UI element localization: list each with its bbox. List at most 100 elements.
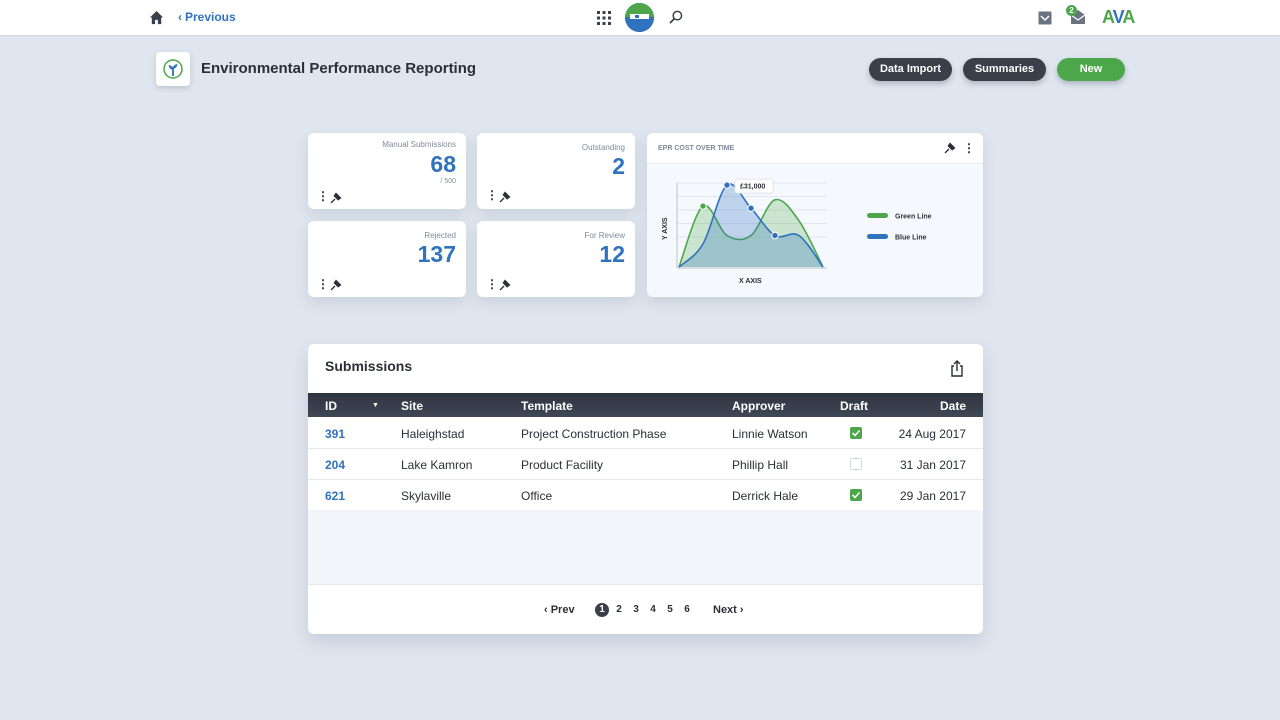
stat-value: 68 (430, 151, 456, 177)
row-template: Office (521, 489, 553, 503)
legend-swatch (867, 234, 888, 239)
stat-label: Manual Submissions (382, 140, 456, 149)
chart-title: EPR COST OVER TIME (658, 145, 735, 152)
kebab-menu-icon[interactable]: ⋮ (317, 190, 329, 202)
page-button-6[interactable]: 6 (680, 603, 694, 617)
row-approver: Derrick Hale (732, 489, 799, 503)
page-button-2[interactable]: 2 (612, 603, 626, 617)
export-icon[interactable] (950, 360, 964, 377)
app-logo[interactable] (625, 3, 654, 32)
submissions-title: Submissions (325, 358, 413, 374)
stat-label: For Review (584, 231, 625, 240)
page-button-1[interactable]: 1 (595, 603, 609, 617)
search-icon[interactable] (668, 10, 683, 25)
pin-icon[interactable] (499, 279, 511, 291)
column-header-approver[interactable]: Approver (732, 399, 785, 413)
column-header-date[interactable]: Date (940, 399, 966, 413)
row-template: Product Facility (521, 458, 604, 472)
chart-tooltip: £31,000 (734, 178, 774, 194)
page-button-4[interactable]: 4 (646, 603, 660, 617)
page-title: Environmental Performance Reporting (201, 60, 477, 77)
chart-header: EPR COST OVER TIME ⋮ (647, 133, 983, 164)
prev-page-button[interactable]: ‹ Prev (544, 604, 575, 616)
kebab-menu-icon[interactable]: ⋮ (486, 278, 498, 290)
chart-plot: X AXIS Y AXIS £31,000 Green Line Blue Lin… (662, 178, 932, 285)
table-row[interactable]: 204 Lake Kamron Product Facility Phillip… (308, 449, 983, 480)
kebab-menu-icon[interactable]: ⋮ (317, 278, 329, 290)
notification-badge: 2 (1066, 5, 1077, 16)
column-header-draft[interactable]: Draft (840, 399, 868, 413)
stat-value: 137 (417, 241, 456, 267)
check-icon (851, 491, 861, 499)
y-axis-label: Y AXIS (662, 217, 669, 240)
x-axis-label: X AXIS (739, 278, 762, 285)
summaries-button[interactable]: Summaries (963, 58, 1046, 81)
pin-icon[interactable] (330, 279, 342, 291)
stat-card-outstanding: Outstanding 2 ⋮ (477, 133, 635, 209)
draft-checkbox[interactable] (850, 458, 862, 470)
tray-icon[interactable] (1038, 11, 1052, 25)
plant-icon (163, 59, 183, 79)
page-button-3[interactable]: 3 (629, 603, 643, 617)
row-site: Haleighstad (401, 427, 465, 441)
top-bar: ‹ Previous 2 AVA (0, 0, 1280, 36)
row-site: Lake Kamron (401, 458, 473, 472)
row-id-link[interactable]: 204 (325, 458, 345, 472)
chart-card: EPR COST OVER TIME ⋮ X AXIS Y AXIS £31,0… (647, 133, 983, 297)
data-point[interactable] (771, 231, 779, 240)
legend-label: Green Line (895, 214, 932, 221)
home-icon[interactable] (149, 10, 164, 25)
row-date: 29 Jan 2017 (899, 489, 966, 503)
data-point[interactable] (723, 181, 731, 189)
pagination: ‹ Prev 1 2 3 4 5 6 Next › (308, 585, 983, 634)
stat-value: 12 (599, 241, 625, 267)
table-row[interactable]: 621 Skylaville Office Derrick Hale 29 Ja… (308, 480, 983, 511)
brand-logo[interactable]: AVA (1102, 7, 1135, 28)
row-template: Project Construction Phase (521, 427, 667, 441)
stat-label: Outstanding (581, 143, 625, 152)
apps-grid-icon[interactable] (597, 11, 611, 25)
pin-icon[interactable] (499, 191, 511, 203)
chevron-left-icon: ‹ (178, 10, 182, 24)
brand-letter: V (1112, 7, 1124, 27)
app-logo-graphic (625, 3, 654, 32)
row-id-link[interactable]: 391 (325, 427, 345, 441)
column-header-site[interactable]: Site (401, 399, 423, 413)
submissions-card: Submissions ID ▼ Site Template Approver … (308, 344, 983, 634)
next-page-button[interactable]: Next › (713, 604, 744, 616)
data-point[interactable] (747, 204, 755, 212)
data-point[interactable] (699, 202, 707, 210)
table-row[interactable]: 391 Haleighstad Project Construction Pha… (308, 418, 983, 449)
chart-legend: Green Line Blue Line (867, 213, 932, 242)
row-approver: Linnie Watson (732, 427, 808, 441)
stat-label: Rejected (424, 231, 456, 240)
legend-label: Blue Line (895, 235, 927, 242)
table-header: ID ▼ Site Template Approver Draft Date (308, 393, 983, 417)
page-icon (156, 52, 190, 86)
stat-card-for-review: For Review 12 ⋮ (477, 221, 635, 297)
tooltip-value: £31,000 (740, 184, 765, 191)
kebab-menu-icon[interactable]: ⋮ (963, 141, 975, 155)
new-button[interactable]: New (1057, 58, 1125, 81)
table-empty-area (308, 510, 983, 585)
row-approver: Phillip Hall (732, 458, 789, 472)
draft-checkbox[interactable] (850, 427, 862, 439)
column-header-id[interactable]: ID (325, 399, 337, 413)
sort-caret-icon[interactable]: ▼ (372, 402, 379, 409)
previous-label: Previous (185, 10, 236, 24)
previous-link[interactable]: ‹ Previous (178, 10, 236, 24)
check-icon (851, 429, 861, 437)
pin-icon[interactable] (330, 192, 342, 204)
row-date: 31 Jan 2017 (899, 458, 966, 472)
row-id-link[interactable]: 621 (325, 489, 345, 503)
pin-icon[interactable] (944, 142, 956, 154)
data-import-button[interactable]: Data Import (869, 58, 952, 81)
stat-value: 2 (612, 153, 625, 179)
column-header-template[interactable]: Template (521, 399, 573, 413)
chart-body: X AXIS Y AXIS £31,000 Green Line Blue Lin… (647, 165, 983, 297)
draft-checkbox[interactable] (850, 489, 862, 501)
stat-card-rejected: Rejected 137 ⋮ (308, 221, 466, 297)
legend-swatch (867, 213, 888, 218)
page-button-5[interactable]: 5 (663, 603, 677, 617)
kebab-menu-icon[interactable]: ⋮ (486, 189, 498, 201)
